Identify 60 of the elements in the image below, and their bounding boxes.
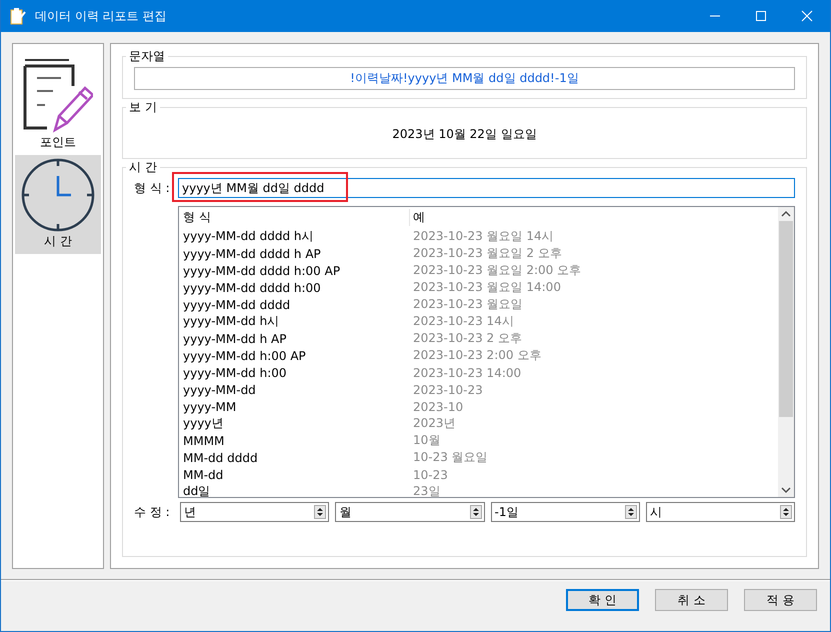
spin-field[interactable]: 시 bbox=[646, 502, 795, 522]
format-cell[interactable]: yyyy-MM-dd h:00 AP bbox=[179, 348, 410, 362]
window-title: 데이터 이력 리포트 편집 bbox=[35, 8, 168, 24]
spin-arrows-icon[interactable] bbox=[314, 505, 326, 519]
example-cell-text: 2023-10 bbox=[412, 400, 464, 414]
adjust-label: 수 정 : bbox=[134, 504, 171, 520]
scrollbar[interactable] bbox=[778, 207, 794, 497]
spin-arrows-icon[interactable] bbox=[470, 505, 482, 519]
format-label: 형 식 : bbox=[134, 180, 171, 196]
spin-field[interactable]: -1일 bbox=[490, 502, 640, 522]
format-cell[interactable]: yyyy-MM-dd h시 bbox=[179, 313, 410, 330]
format-cell[interactable]: yyyy-MM-dd h AP bbox=[179, 332, 410, 346]
group-title: 문자열 bbox=[128, 48, 166, 65]
format-cell[interactable]: MMMM bbox=[179, 434, 410, 448]
preview-text: 2023년 10월 22일 일요일 bbox=[392, 127, 537, 141]
example-cell-text: 10월 bbox=[412, 432, 440, 449]
spin-field[interactable]: 년 bbox=[180, 502, 330, 522]
format-cell[interactable]: yyyy-MM-dd dddd bbox=[179, 298, 410, 312]
format-field[interactable]: yyyy년 MM월 dd일 dddd bbox=[178, 178, 795, 198]
clipboard-icon bbox=[9, 7, 27, 25]
group-title: 보 기 bbox=[128, 99, 158, 116]
example-cell-text: 2023-10-23 월요일 2 오후 bbox=[412, 245, 562, 262]
spin-arrows-icon[interactable] bbox=[780, 505, 792, 519]
example-cell-text: 2023-10-23 14:00 bbox=[412, 366, 522, 380]
group-title: 시 간 bbox=[128, 159, 158, 176]
example-cell-text: 2023-10-23 bbox=[412, 382, 483, 396]
sidebar-item[interactable]: 시 간 bbox=[15, 155, 101, 254]
clock-icon bbox=[20, 157, 96, 233]
sidebar-item[interactable]: 포인트 bbox=[15, 56, 101, 155]
format-cell[interactable]: yyyy-MM-dd dddd h시 bbox=[179, 228, 410, 245]
column-header[interactable]: 예 bbox=[410, 208, 425, 226]
example-cell-text: 2023-10-23 2:00 오후 bbox=[412, 347, 542, 364]
example-cell-text: 2023-10-23 2 오후 bbox=[412, 330, 522, 347]
dialog-button[interactable]: 적 용 bbox=[744, 589, 817, 611]
example-cell-text: 2023-10-23 월요일 2:00 오후 bbox=[412, 262, 582, 279]
example-cell-text: 2023-10-23 14시 bbox=[412, 313, 514, 330]
format-cell[interactable]: MM-dd bbox=[179, 468, 410, 482]
spin-field[interactable]: 월 bbox=[335, 502, 484, 522]
example-cell-text: 2023-10-23 월요일 14:00 bbox=[412, 279, 561, 296]
format-cell[interactable]: yyyy-MM-dd bbox=[179, 382, 410, 396]
dialog-button[interactable]: 취 소 bbox=[655, 589, 728, 611]
spin-arrows-icon[interactable] bbox=[624, 505, 637, 519]
format-cell[interactable]: yyyy-MM-dd dddd h AP bbox=[179, 246, 410, 260]
example-cell-text: 2023년 bbox=[412, 415, 456, 432]
format-cell[interactable]: yyyy-MM bbox=[179, 400, 410, 414]
example-cell-text: 10-23 bbox=[412, 468, 448, 482]
document-pencil-icon bbox=[23, 58, 93, 134]
format-cell[interactable]: yyyy-MM-dd dddd h:00 bbox=[179, 280, 410, 294]
example-cell-text: 2023-10-23 월요일 14시 bbox=[412, 228, 554, 245]
format-cell[interactable]: MM-dd dddd bbox=[179, 450, 410, 464]
example-cell-text: 23일 bbox=[412, 483, 440, 497]
format-cell[interactable]: yyyy-MM-dd dddd h:00 AP bbox=[179, 264, 410, 278]
dialog-button[interactable]: 확 인 bbox=[566, 589, 639, 611]
format-cell[interactable]: yyyy년 bbox=[179, 415, 410, 432]
example-cell-text: 10-23 월요일 bbox=[412, 449, 488, 466]
column-header[interactable]: 형 식 bbox=[179, 208, 410, 226]
example-cell-text: 2023-10-23 월요일 bbox=[412, 296, 523, 313]
format-cell[interactable]: yyyy-MM-dd h:00 bbox=[179, 366, 410, 380]
string-field[interactable]: !이력날짜!yyyy년 MM월 dd일 dddd!-1일 bbox=[134, 67, 795, 90]
format-cell[interactable]: dd일 bbox=[179, 483, 410, 497]
